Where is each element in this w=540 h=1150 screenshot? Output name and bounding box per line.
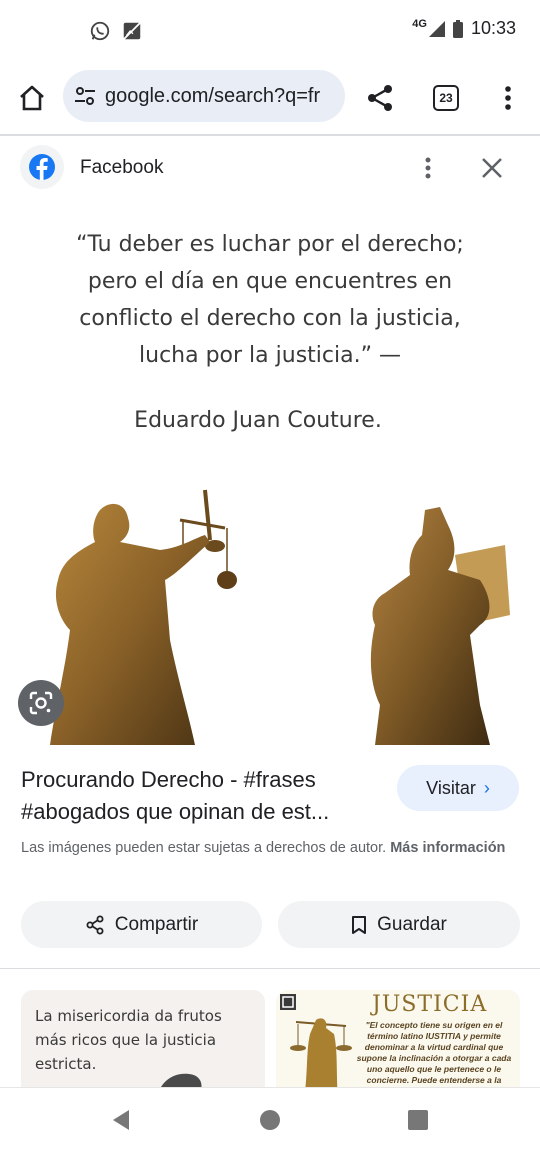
chevron-right-icon: ›: [483, 777, 490, 798]
no-image-icon: [123, 22, 141, 40]
recents-icon[interactable]: [408, 1110, 428, 1130]
quote-line: conflicto el derecho con la justicia,: [79, 306, 461, 331]
tune-icon[interactable]: [73, 84, 97, 108]
related-heading: JUSTICIA: [372, 992, 488, 1017]
tabs-icon[interactable]: 23: [433, 85, 459, 111]
close-icon[interactable]: [478, 154, 506, 182]
preview-image[interactable]: “Tu deber es luchar por el derecho; pero…: [0, 200, 540, 745]
back-icon[interactable]: [111, 1109, 131, 1131]
copyright-notice: Las imágenes pueden estar sujetas a dere…: [21, 838, 521, 859]
whatsapp-icon: [90, 21, 110, 41]
share-icon: [86, 915, 104, 934]
moses-statue: [370, 507, 510, 745]
source-more-icon[interactable]: [418, 154, 438, 182]
section-divider: [0, 968, 540, 969]
browser-toolbar: google.com/search?q=fr 23: [0, 60, 540, 136]
quote-line: “Tu deber es luchar por el derecho;: [76, 232, 464, 257]
lens-button[interactable]: [18, 680, 64, 726]
quote-text: “Tu deber es luchar por el derecho; pero…: [0, 226, 540, 374]
url-text[interactable]: google.com/search?q=fr: [105, 85, 320, 108]
quote-line: pero el día en que encuentres en: [87, 269, 453, 294]
clock: 10:33: [470, 18, 516, 38]
site-logo-icon: [280, 994, 296, 1010]
quote-line: lucha por la justicia.” —: [139, 343, 401, 368]
related-image-2[interactable]: JUSTICIA "El concepto tiene su origen en…: [276, 990, 520, 1100]
status-bar: 4G 10:33: [0, 0, 540, 60]
more-vert-icon[interactable]: [496, 84, 520, 112]
battery-icon: [452, 19, 463, 38]
related-text-line: La misericordia da frutos: [35, 1007, 222, 1025]
visit-button[interactable]: Visitar ›: [397, 765, 519, 811]
home-nav-icon[interactable]: [260, 1110, 280, 1130]
source-avatar[interactable]: [20, 145, 64, 189]
status-right: 4G 10:33: [412, 18, 516, 39]
tab-count: 23: [439, 91, 453, 105]
google-lens-icon: [29, 691, 53, 715]
visit-label: Visitar: [426, 777, 476, 798]
related-body: "El concepto tiene su origen en el térmi…: [356, 1020, 512, 1085]
address-bar[interactable]: google.com/search?q=fr: [63, 70, 345, 122]
related-text-line: más ricos que la justicia: [35, 1031, 217, 1049]
save-button[interactable]: Guardar: [278, 901, 520, 948]
quote-author: Eduardo Juan Couture.: [134, 408, 382, 433]
home-icon[interactable]: [16, 82, 48, 114]
more-info-link[interactable]: Más información: [390, 840, 505, 856]
related-image-1[interactable]: La misericordia da frutos más ricos que …: [21, 990, 265, 1100]
facebook-icon: [29, 154, 55, 180]
save-label: Guardar: [377, 913, 447, 935]
system-nav-bar: [0, 1087, 540, 1150]
signal-icon: [428, 20, 445, 37]
share-button[interactable]: Compartir: [21, 901, 262, 948]
network-type: 4G: [412, 17, 427, 30]
source-header: Facebook: [0, 136, 540, 200]
share-icon[interactable]: [364, 82, 396, 114]
bookmark-icon: [352, 915, 367, 934]
lady-justice-statue: [50, 489, 237, 745]
source-name[interactable]: Facebook: [80, 157, 163, 179]
result-title[interactable]: Procurando Derecho - #frases #abogados q…: [21, 764, 381, 828]
share-label: Compartir: [114, 913, 199, 935]
copyright-text: Las imágenes pueden estar sujetas a dere…: [21, 840, 387, 856]
